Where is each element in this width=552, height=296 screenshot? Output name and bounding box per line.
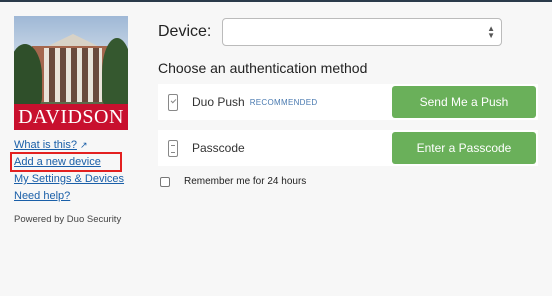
method-passcode: Passcode Enter a Passcode — [158, 130, 538, 166]
powered-by-text: Powered by Duo Security — [14, 214, 122, 225]
device-select[interactable]: ▲ ▼ — [222, 18, 502, 46]
logo-wordmark: DAVIDSON — [14, 104, 128, 130]
select-arrows-icon: ▲ ▼ — [487, 24, 495, 40]
left-panel: DAVIDSON What is this? ↗ Add a new device… — [10, 16, 130, 225]
need-help-link[interactable]: Need help? — [14, 190, 130, 202]
remember-me-label: Remember me for 24 hours — [184, 176, 307, 187]
help-links: What is this? ↗ Add a new device My Setti… — [10, 139, 130, 202]
remember-me-checkbox[interactable] — [160, 176, 170, 187]
auth-panel: Device: ▲ ▼ Choose an authentication meth… — [158, 16, 538, 187]
my-settings-devices-link[interactable]: My Settings & Devices — [14, 173, 130, 185]
device-row: Device: ▲ ▼ — [158, 16, 538, 48]
send-push-button[interactable]: Send Me a Push — [392, 86, 536, 118]
recommended-badge: RECOMMENDED — [249, 97, 318, 107]
what-is-this-link[interactable]: What is this? ↗ — [14, 139, 130, 151]
passcode-label: Passcode — [192, 141, 245, 155]
choose-method-heading: Choose an authentication method — [158, 60, 368, 76]
passcode-icon — [168, 139, 178, 157]
method-duo-push: Duo Push RECOMMENDED Send Me a Push — [158, 84, 538, 120]
remember-me-row: Remember me for 24 hours — [158, 176, 538, 187]
add-new-device-link[interactable]: Add a new device — [10, 152, 122, 172]
top-border — [0, 0, 552, 2]
enter-passcode-button[interactable]: Enter a Passcode — [392, 132, 536, 164]
davidson-logo: DAVIDSON — [14, 16, 128, 130]
device-label: Device: — [158, 23, 212, 40]
duo-push-label: Duo Push — [192, 95, 245, 109]
phone-push-icon — [168, 93, 178, 111]
external-link-icon: ↗ — [79, 140, 88, 150]
